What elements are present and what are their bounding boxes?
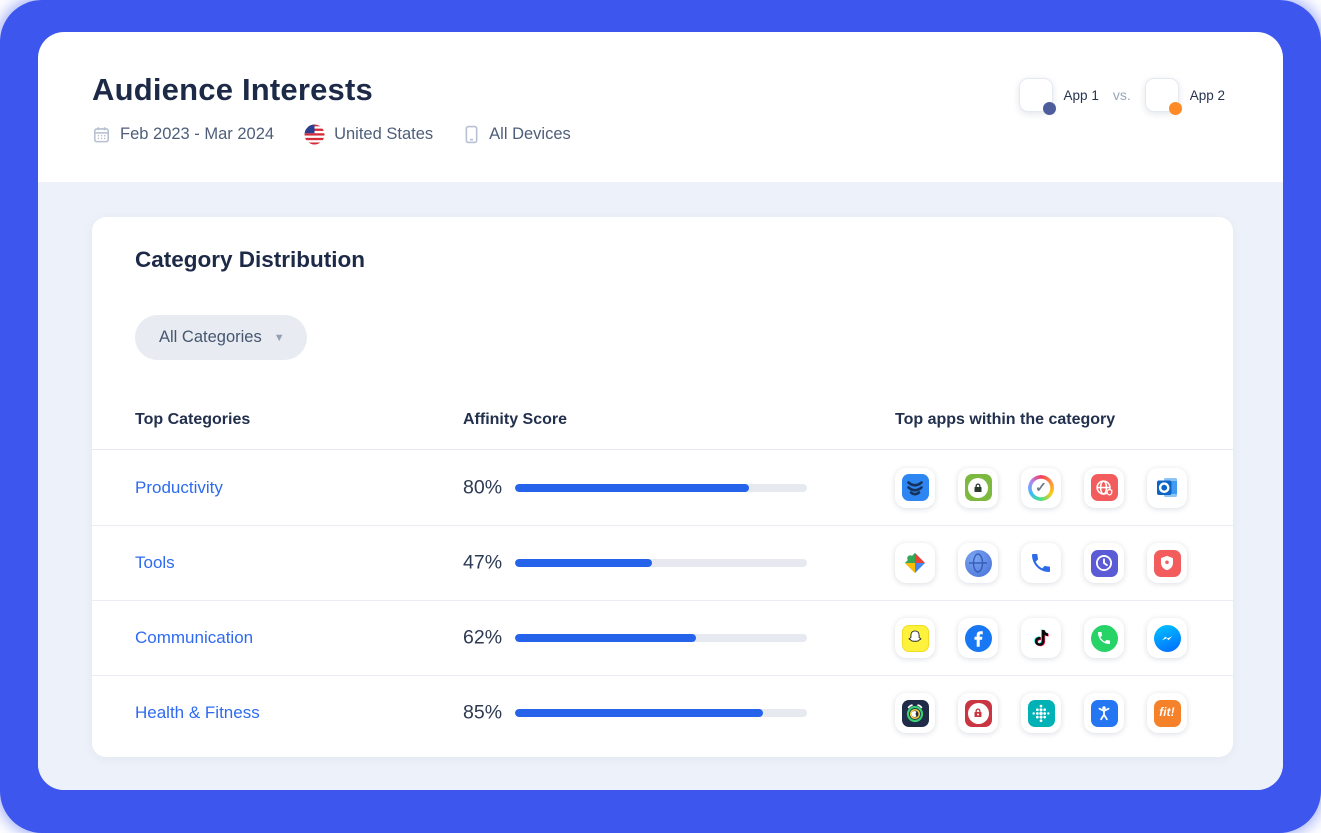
- app-icons: fit!: [895, 693, 1187, 733]
- affinity-bar-fill: [515, 484, 749, 492]
- table-row: Tools 47%: [92, 525, 1233, 600]
- affinity-bar-track: [515, 709, 807, 717]
- fitbit-icon[interactable]: [1021, 693, 1061, 733]
- column-affinity-score: Affinity Score: [463, 411, 567, 429]
- table-row: Communication 62%: [92, 600, 1233, 675]
- whatsapp-icon[interactable]: [1084, 618, 1124, 658]
- calendar-icon: [92, 125, 111, 144]
- period-tracker-icon[interactable]: [958, 693, 998, 733]
- clock-icon[interactable]: [1084, 543, 1124, 583]
- check-ring-icon[interactable]: ✓: [1021, 468, 1061, 508]
- vs-label: vs.: [1113, 87, 1131, 103]
- affinity-bar-fill: [515, 559, 652, 567]
- play-services-icon[interactable]: [895, 543, 935, 583]
- category-link[interactable]: Productivity: [135, 478, 223, 498]
- affinity-bar-track: [515, 484, 807, 492]
- country-filter: United States: [304, 124, 433, 145]
- affinity-bar-track: [515, 559, 807, 567]
- device-icon: [463, 125, 480, 144]
- app-compare-selector: App 1 vs. App 2: [1019, 78, 1225, 112]
- date-range-label: Feb 2023 - Mar 2024: [120, 125, 274, 144]
- table-header: Top Categories Affinity Score Top apps w…: [92, 403, 1233, 450]
- app-window: Audience Interests Feb 2023 - Mar 2024: [38, 32, 1283, 790]
- messenger-icon[interactable]: [1147, 618, 1187, 658]
- country-label: United States: [334, 125, 433, 144]
- table-body: Productivity 80% ✓ Tools 47% Communicati…: [92, 450, 1233, 750]
- affinity-score-value: 85%: [463, 702, 502, 725]
- app1-selector[interactable]: [1019, 78, 1053, 112]
- outlook-icon[interactable]: [1147, 468, 1187, 508]
- category-distribution-card: Category Distribution All Categories ▼ T…: [92, 217, 1233, 757]
- affinity-bar-track: [515, 634, 807, 642]
- app-icons: [895, 618, 1187, 658]
- app1-label: App 1: [1064, 88, 1099, 103]
- date-range-filter: Feb 2023 - Mar 2024: [92, 125, 274, 144]
- decorative-blue-frame: Audience Interests Feb 2023 - Mar 2024: [0, 0, 1321, 833]
- app-icons: ✓: [895, 468, 1187, 508]
- app2-label: App 2: [1190, 88, 1225, 103]
- card-title: Category Distribution: [135, 247, 365, 273]
- header-filters: Feb 2023 - Mar 2024: [92, 124, 571, 145]
- category-link[interactable]: Communication: [135, 628, 253, 648]
- app2-dot: [1169, 102, 1182, 115]
- shield-security-icon[interactable]: [1147, 543, 1187, 583]
- affinity-score-value: 62%: [463, 627, 502, 650]
- snapchat-icon[interactable]: [895, 618, 935, 658]
- category-link[interactable]: Health & Fitness: [135, 703, 260, 723]
- devices-label: All Devices: [489, 125, 571, 144]
- sphere-icon[interactable]: [958, 543, 998, 583]
- app2-selector[interactable]: [1145, 78, 1179, 112]
- app1-dot: [1043, 102, 1056, 115]
- categories-dropdown-label: All Categories: [159, 328, 262, 347]
- column-top-categories: Top Categories: [135, 411, 250, 429]
- secure-browser-icon[interactable]: [1084, 468, 1124, 508]
- affinity-bar-fill: [515, 709, 763, 717]
- fit-app-icon[interactable]: fit!: [1147, 693, 1187, 733]
- affinity-bar-fill: [515, 634, 696, 642]
- category-link[interactable]: Tools: [135, 553, 175, 573]
- phone-dialer-icon[interactable]: [1021, 543, 1061, 583]
- table-row: Health & Fitness 85% fit!: [92, 675, 1233, 750]
- categories-dropdown[interactable]: All Categories ▼: [135, 315, 307, 360]
- column-top-apps: Top apps within the category: [895, 411, 1115, 429]
- affinity-score-value: 47%: [463, 552, 502, 575]
- affinity-score-value: 80%: [463, 476, 502, 499]
- page-title: Audience Interests: [92, 72, 373, 108]
- table-row: Productivity 80% ✓: [92, 450, 1233, 525]
- myfitnesspal-icon[interactable]: [1084, 693, 1124, 733]
- chevron-down-icon: ▼: [274, 332, 285, 344]
- app-icons: [895, 543, 1187, 583]
- us-flag-icon: [304, 124, 325, 145]
- tiktok-icon[interactable]: [1021, 618, 1061, 658]
- devices-filter: All Devices: [463, 125, 571, 144]
- secure-folder-icon[interactable]: [958, 468, 998, 508]
- layers-app-icon[interactable]: [895, 468, 935, 508]
- facebook-icon[interactable]: [958, 618, 998, 658]
- alarm-clock-icon[interactable]: [895, 693, 935, 733]
